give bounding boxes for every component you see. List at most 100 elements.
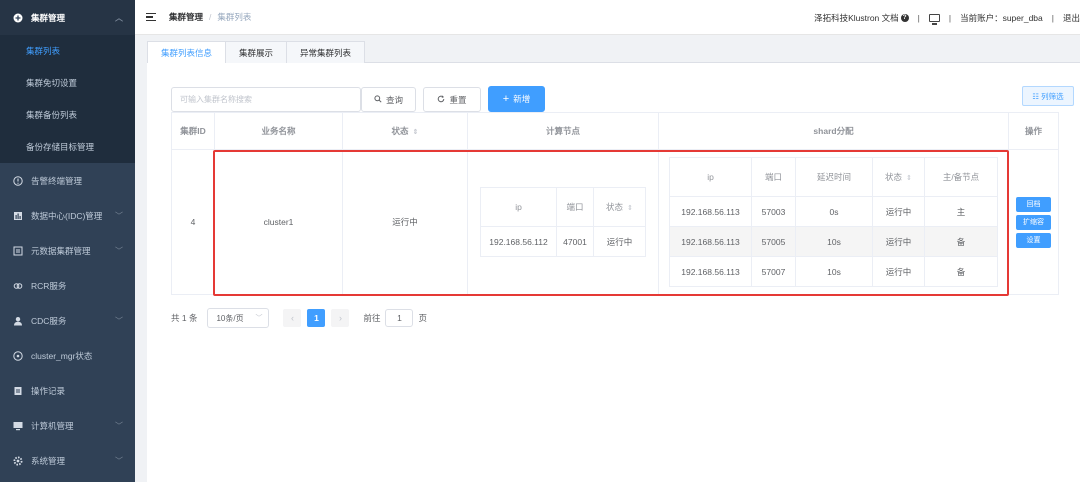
sidebar-item-label: CDC服务	[31, 315, 67, 326]
chevron-down-icon: ﹀	[115, 316, 123, 325]
total-count: 共 1 条	[171, 313, 198, 323]
goto-page-input[interactable]: 1	[385, 309, 414, 327]
compute-col-status[interactable]: 状态 ⇕	[593, 187, 646, 227]
link-icon	[13, 281, 23, 291]
shard-delay: 10s	[795, 256, 873, 287]
sidebar-item-label: 备份存储目标管理	[26, 142, 95, 152]
menu-toggle-icon[interactable]	[146, 12, 156, 22]
sidebar-item-label: 集群备份列表	[26, 110, 78, 120]
plus-icon: +	[502, 93, 510, 105]
top-header: 集群管理 / 集群列表 泽拓科技Klustron 文档 ? | | 当前账户：s…	[135, 0, 1080, 35]
operations-group: 回档 扩缩容 设置	[1009, 196, 1058, 248]
divider: |	[917, 12, 920, 23]
sidebar-item-rcr-service[interactable]: RCR服务	[0, 268, 135, 303]
table-row: 4 cluster1 运行中 ip 端口 状态 ⇕ 192.168.56.112 …	[171, 149, 1059, 295]
sidebar-item-system-management[interactable]: 系统管理 ﹀	[0, 443, 135, 478]
sidebar-item-idc-management[interactable]: 数据中心(IDC)管理 ﹀	[0, 198, 135, 233]
column-header-label: 状态	[391, 126, 409, 136]
goto-label: 前往	[363, 313, 381, 323]
rollback-button[interactable]: 回档	[1016, 196, 1051, 212]
monitor-icon[interactable]	[928, 13, 940, 25]
add-button[interactable]: + 新增	[488, 86, 545, 112]
column-filter-button[interactable]: ☷ 列筛选	[1022, 86, 1074, 106]
tab-cluster-display[interactable]: 集群展示	[225, 41, 288, 63]
logout-link[interactable]: 退出	[1063, 12, 1080, 24]
refresh-icon	[437, 94, 445, 105]
scale-button[interactable]: 扩缩容	[1016, 214, 1051, 230]
sidebar-item-operation-log[interactable]: 操作记录	[0, 373, 135, 408]
query-button[interactable]: 查询	[361, 87, 416, 112]
docs-link[interactable]: 泽拓科技Klustron 文档	[814, 12, 899, 24]
shard-col-port: 端口	[751, 157, 796, 197]
sidebar-item-label: 数据中心(IDC)管理	[31, 210, 103, 221]
shard-col-delay: 延迟时间	[795, 157, 873, 197]
sidebar-item-cluster-backup-list[interactable]: 集群备份列表	[0, 99, 135, 131]
shard-role: 主	[924, 196, 998, 227]
page-size-value: 10条/页	[216, 313, 244, 323]
chevron-down-icon: ﹀	[255, 315, 263, 322]
sort-icon[interactable]: ⇕	[627, 205, 633, 212]
page-unit-label: 页	[418, 313, 427, 323]
gear-icon	[13, 456, 23, 466]
shard-col-status[interactable]: 状态 ⇕	[872, 157, 925, 197]
sidebar-item-computer-management[interactable]: 计算机管理 ﹀	[0, 408, 135, 443]
search-icon	[374, 94, 382, 105]
tab-cluster-list-info[interactable]: 集群列表信息	[147, 41, 227, 64]
shard-col-ip: ip	[669, 157, 752, 197]
sidebar-item-label: 计算机管理	[31, 420, 74, 431]
compute-col-ip: ip	[480, 187, 557, 227]
shard-status: 运行中	[872, 226, 925, 257]
prev-page-button[interactable]: ‹	[283, 309, 302, 327]
reset-button[interactable]: 重置	[423, 87, 481, 112]
chevron-down-icon: ﹀	[115, 211, 123, 220]
sidebar-item-cluster-mgr-status[interactable]: cluster_mgr状态	[0, 338, 135, 373]
grid-icon: ☷	[1032, 91, 1040, 101]
shard-ip: 192.168.56.113	[669, 196, 752, 227]
reset-button-label: 重置	[449, 94, 467, 105]
shard-status: 运行中	[872, 256, 925, 287]
sidebar-group-label: 集群管理	[31, 12, 66, 23]
breadcrumb-item: 集群列表	[217, 12, 252, 22]
chevron-up-icon: ︿	[115, 13, 123, 22]
column-header-ops: 操作	[1008, 112, 1059, 150]
divider: |	[1051, 12, 1054, 23]
cell-id: 4	[171, 149, 215, 295]
cell-name: cluster1	[214, 149, 343, 295]
tab-bar: 集群列表信息 集群展示 异常集群列表	[147, 41, 1080, 64]
sort-icon[interactable]: ⇕	[906, 175, 912, 182]
query-button-label: 查询	[385, 94, 403, 105]
sidebar-item-backup-storage[interactable]: 备份存储目标管理	[0, 131, 135, 163]
page-number[interactable]: 1	[307, 309, 326, 327]
sort-icon[interactable]: ⇕	[413, 129, 419, 136]
next-page-button[interactable]: ›	[331, 309, 350, 327]
sidebar-group-cluster-management[interactable]: 集群管理 ︿	[0, 0, 135, 35]
document-icon	[13, 246, 23, 256]
search-input[interactable]	[171, 87, 361, 112]
settings-button[interactable]: 设置	[1016, 232, 1051, 248]
sidebar-item-cdc-service[interactable]: CDC服务 ﹀	[0, 303, 135, 338]
breadcrumb: 集群管理 / 集群列表	[169, 11, 251, 23]
column-header-status[interactable]: 状态 ⇕	[342, 112, 468, 150]
monitor-icon	[13, 421, 23, 431]
sidebar-item-alarm-terminal[interactable]: 告警终端管理	[0, 163, 135, 198]
shard-role: 备	[924, 226, 998, 257]
breadcrumb-item[interactable]: 集群管理	[169, 11, 203, 23]
compute-row: 192.168.56.112 47001 运行中	[480, 226, 646, 257]
shard-ip: 192.168.56.113	[669, 256, 752, 287]
tab-abnormal-clusters[interactable]: 异常集群列表	[286, 41, 366, 63]
sidebar-item-cluster-list[interactable]: 集群列表	[0, 35, 135, 67]
sidebar-item-cluster-switch-settings[interactable]: 集群免切设置	[0, 67, 135, 99]
cell-status: 运行中	[342, 149, 468, 295]
sidebar-item-metadata-cluster[interactable]: 元数据集群管理 ﹀	[0, 233, 135, 268]
sidebar-item-label: 集群免切设置	[26, 78, 78, 88]
shard-port: 57007	[751, 256, 796, 287]
page-size-select[interactable]: 10条/页 ﹀	[207, 308, 270, 328]
shard-row: 192.168.56.113 57007 10s 运行中 备	[669, 256, 998, 287]
header-right: 泽拓科技Klustron 文档 ? | | 当前账户：super_dba | 退…	[814, 0, 1080, 35]
compute-port: 47001	[556, 226, 594, 257]
shard-row: 192.168.56.113 57005 10s 运行中 备	[669, 226, 998, 257]
chevron-down-icon: ﹀	[115, 246, 123, 255]
help-icon[interactable]: ?	[900, 13, 909, 22]
shard-table: ip 端口 延迟时间 状态 ⇕ 主/备节点 192.168.56.113 5700…	[669, 157, 998, 287]
sidebar-item-label: cluster_mgr状态	[31, 350, 93, 361]
